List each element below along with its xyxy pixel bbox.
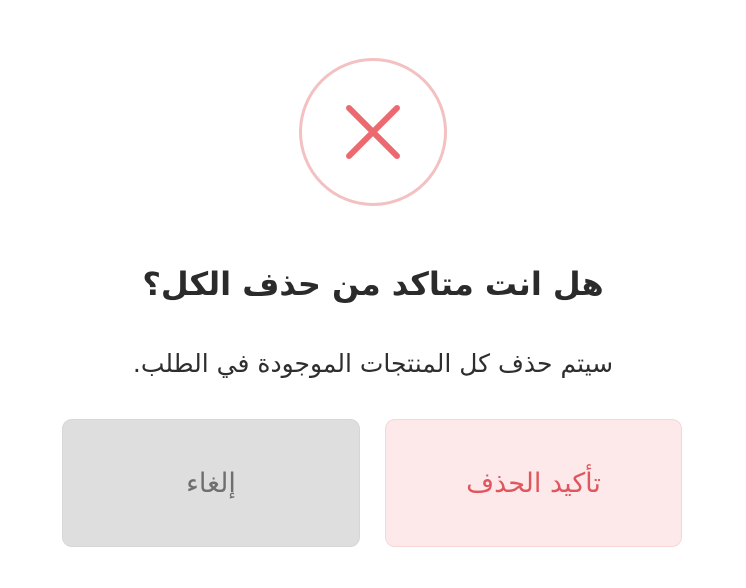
confirm-delete-label: تأكيد الحذف: [466, 467, 601, 499]
close-x-icon: [346, 105, 400, 159]
cancel-label: إلغاء: [186, 467, 236, 499]
error-circle-icon: [299, 58, 447, 206]
cancel-button[interactable]: إلغاء: [62, 419, 360, 547]
dialog-title: هل انت متاكد من حذف الكل؟: [142, 265, 604, 303]
delete-all-confirm-dialog: هل انت متاكد من حذف الكل؟ سيتم حذف كل ال…: [0, 0, 746, 588]
confirm-delete-button[interactable]: تأكيد الحذف: [385, 419, 682, 547]
dialog-message: سيتم حذف كل المنتجات الموجودة في الطلب.: [132, 349, 614, 378]
